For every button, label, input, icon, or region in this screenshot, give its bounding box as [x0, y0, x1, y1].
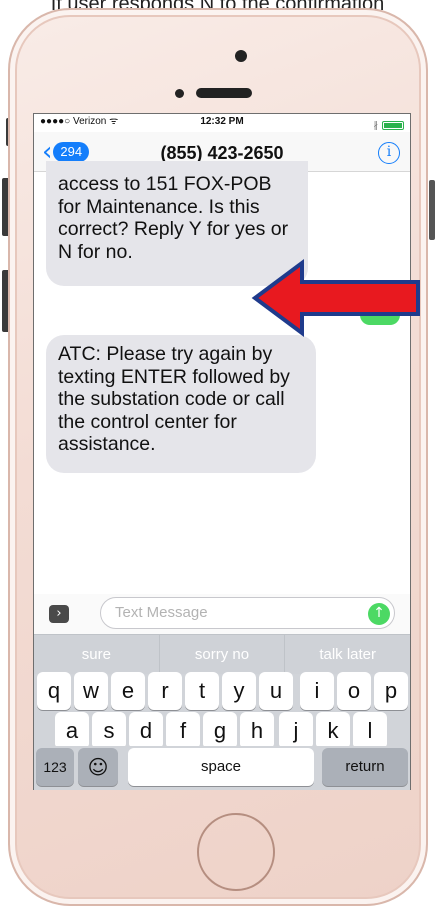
apps-drawer-icon[interactable]: › [49, 605, 69, 623]
keyboard-row-2: a s d f g h j k l [34, 712, 410, 750]
key-u[interactable]: u [259, 672, 293, 710]
key-o[interactable]: o [337, 672, 371, 710]
key-h[interactable]: h [240, 712, 274, 750]
front-sensor [175, 89, 184, 98]
key-t[interactable]: t [185, 672, 219, 710]
keyboard-bottom-row: 123 ☺ space return [34, 746, 410, 790]
key-d[interactable]: d [129, 712, 163, 750]
key-k[interactable]: k [316, 712, 350, 750]
send-arrow-icon[interactable]: ↑ [368, 603, 390, 625]
bluetooth-icon: ∦ [373, 120, 379, 130]
key-s[interactable]: s [92, 712, 126, 750]
return-key[interactable]: return [322, 748, 408, 786]
key-r[interactable]: r [148, 672, 182, 710]
key-f[interactable]: f [166, 712, 200, 750]
numbers-key[interactable]: 123 [36, 748, 74, 786]
key-a[interactable]: a [55, 712, 89, 750]
key-l[interactable]: l [353, 712, 387, 750]
camera-icon [235, 50, 247, 62]
suggestion-sure[interactable]: sure [34, 635, 160, 674]
key-e[interactable]: e [111, 672, 145, 710]
suggestion-sorry-no[interactable]: sorry no [160, 635, 286, 674]
key-p[interactable]: p [374, 672, 408, 710]
key-j[interactable]: j [279, 712, 313, 750]
key-w[interactable]: w [74, 672, 108, 710]
key-y[interactable]: y [222, 672, 256, 710]
space-key[interactable]: space [128, 748, 314, 786]
red-arrow-annotation [251, 259, 420, 337]
message-input[interactable]: Text Message ↑ [100, 597, 395, 629]
earpiece-speaker [196, 88, 252, 98]
emoji-icon[interactable]: ☺ [78, 748, 118, 786]
message-input-placeholder: Text Message [115, 604, 208, 621]
key-q[interactable]: q [37, 672, 71, 710]
key-i[interactable]: i [300, 672, 334, 710]
suggestion-talk-later[interactable]: talk later [285, 635, 410, 674]
arrow-shape [251, 259, 420, 337]
power-button [429, 180, 435, 240]
home-button[interactable] [197, 813, 275, 891]
battery-icon [382, 120, 404, 130]
info-icon[interactable]: i [378, 142, 400, 164]
key-g[interactable]: g [203, 712, 237, 750]
compose-bar: › Text Message ↑ [34, 594, 410, 634]
keyboard-row-1: q w e r t y u i o p [34, 672, 410, 710]
quicktype-bar: sure sorry no talk later [34, 634, 410, 674]
status-right: ∦ [373, 117, 404, 133]
message-list: access to 151 FOX-POB for Maintenance. I… [34, 161, 410, 603]
phone-screen: ●●●●○ Verizon ᯤ 12:32 PM ∦ ‹ 294 (855) 4… [33, 113, 411, 790]
status-time: 12:32 PM [200, 116, 244, 127]
incoming-message-bubble: ATC: Please try again by texting ENTER f… [46, 335, 316, 473]
status-bar: ●●●●○ Verizon ᯤ 12:32 PM ∦ [34, 114, 410, 130]
